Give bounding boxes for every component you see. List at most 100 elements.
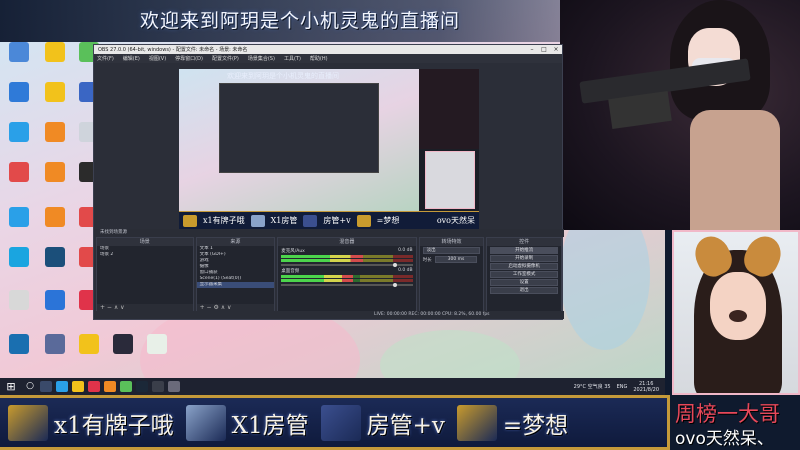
controls-dock: 控件 开始推流 开始录制 启动虚拟摄像机 工作室模式 设置 退出 — [486, 237, 563, 313]
search-icon[interactable]: ○ — [24, 381, 36, 392]
mixer-channel: 桌面音频 0.0 dB — [281, 268, 413, 287]
desktop-icon[interactable] — [74, 334, 104, 354]
duration-input[interactable]: 300 ms — [434, 256, 478, 263]
anime-artwork — [560, 0, 800, 230]
desktop-icon[interactable] — [40, 334, 70, 354]
start-streaming-button[interactable]: 开始推流 — [490, 247, 559, 254]
audio-mixer-dock: 混音器 麦克风/Aux 0.0 dB 桌面音频 0.0 dB — [277, 237, 417, 313]
maximize-icon[interactable]: □ — [538, 46, 550, 53]
gold-plate-icon — [8, 404, 48, 441]
start-recording-button[interactable]: 开始录制 — [490, 255, 559, 262]
gift-label: =梦想 — [502, 412, 569, 439]
menu-edit[interactable]: 编辑(E) — [123, 55, 140, 62]
desktop-icon[interactable] — [4, 82, 34, 102]
mixer-channel-db: 0.0 dB — [398, 268, 413, 273]
desktop-icon[interactable] — [40, 207, 70, 227]
transition-select[interactable]: 淡出 — [422, 247, 481, 254]
minimize-icon[interactable]: – — [526, 46, 538, 53]
sources-dock: 来源 文本 1 文本 (GDI+) 游戏 摄像 窗口捕获 Scene(1) (S… — [195, 237, 276, 313]
desktop-icon[interactable] — [4, 207, 34, 227]
system-tray: 29°C 空气良 35 ENG 21:16 2021/8/20 — [574, 381, 665, 393]
rocket-icon — [320, 404, 361, 441]
taskbar-app-icon[interactable] — [104, 381, 116, 392]
desktop-icon[interactable] — [40, 42, 70, 62]
airplane-icon — [185, 404, 226, 441]
obs-docks: 场景 场景 场景 2 + − ∧ ∨ 来源 文本 1 文本 (GDI+) 游戏 … — [94, 237, 564, 313]
exit-button[interactable]: 退出 — [490, 287, 559, 294]
obs-menubar: 文件(F) 编辑(E) 视图(V) 停靠窗口(D) 配置文件(P) 场景集合(S… — [94, 54, 562, 63]
audio-meter — [281, 259, 413, 262]
gift-item: X1房管 — [185, 404, 309, 441]
menu-docks[interactable]: 停靠窗口(D) — [175, 55, 203, 62]
taskbar-app-icon[interactable] — [72, 381, 84, 392]
source-item[interactable]: 显示器采集 — [196, 282, 275, 288]
preview-nested-banner: 欢迎来到阿玥是个小机灵鬼的直播间 — [227, 72, 339, 80]
audio-meter — [281, 275, 413, 278]
gift-item: 房管+v — [320, 404, 445, 441]
gift-label: 房管+v — [366, 412, 445, 439]
menu-profile[interactable]: 配置文件(P) — [212, 55, 239, 62]
desktop-icon[interactable] — [4, 42, 34, 62]
desktop-icon[interactable] — [4, 162, 34, 182]
gift-item: =梦想 — [456, 404, 569, 441]
gift-strip: x1有牌子哦 X1房管 房管+v =梦想 — [0, 395, 670, 450]
taskbar-app-icon[interactable] — [56, 381, 68, 392]
studio-mode-button[interactable]: 工作室模式 — [490, 271, 559, 278]
preview-gift-label: 房管+v — [323, 216, 351, 225]
desktop-icon[interactable] — [4, 122, 34, 142]
transitions-dock-title: 转场特效 — [419, 238, 484, 246]
obs-info-bar: 未找到场景源 — [94, 229, 564, 237]
desktop-icon[interactable] — [4, 290, 34, 310]
taskbar-app-icon[interactable] — [152, 381, 164, 392]
settings-button[interactable]: 设置 — [490, 279, 559, 286]
menu-scene-collection[interactable]: 场景集合(S) — [248, 55, 275, 62]
menu-view[interactable]: 视图(V) — [149, 55, 166, 62]
golden-plane-icon — [456, 404, 497, 441]
task-view-icon[interactable] — [40, 381, 52, 392]
taskbar-app-icon[interactable] — [120, 381, 132, 392]
language-indicator[interactable]: ENG — [617, 384, 628, 390]
controls-dock-title: 控件 — [487, 238, 562, 246]
preview-nested-art — [419, 69, 479, 149]
audio-meter — [281, 279, 413, 282]
volume-slider[interactable] — [281, 263, 413, 267]
webcam-feed — [672, 230, 800, 395]
taskbar-app-icon[interactable] — [168, 381, 180, 392]
desktop-icon[interactable] — [4, 247, 34, 267]
preview-gift-label: =梦想 — [376, 216, 400, 225]
desktop-icon[interactable] — [40, 247, 70, 267]
no-source-label: 未找到场景源 — [100, 230, 127, 235]
close-icon[interactable]: × — [550, 46, 562, 53]
windows-start-icon[interactable]: ⊞ — [4, 380, 18, 393]
mixer-channel-name: 桌面音频 — [281, 269, 300, 274]
desktop-icon[interactable] — [142, 334, 172, 354]
obs-titlebar: OBS 27.0.0 (64-bit, windows) - 配置文件: 未命名… — [94, 45, 562, 54]
desktop-icon[interactable] — [4, 334, 34, 354]
obs-preview-canvas[interactable]: 欢迎来到阿玥是个小机灵鬼的直播间 x1有牌子哦 X1房管 房管+v =梦想 ov… — [179, 69, 479, 229]
desktop-icon[interactable] — [108, 334, 138, 354]
mixer-channel-db: 0.0 dB — [398, 248, 413, 253]
clock-date: 2021/8/20 — [633, 386, 659, 393]
scene-item[interactable]: 场景 2 — [97, 252, 193, 258]
volume-slider[interactable] — [281, 283, 413, 287]
virtual-camera-button[interactable]: 启动虚拟摄像机 — [490, 263, 559, 270]
gift-label: x1有牌子哦 — [54, 412, 174, 439]
gift-label: X1房管 — [231, 412, 309, 439]
desktop-icon[interactable] — [40, 162, 70, 182]
preview-gift-label: X1房管 — [270, 216, 298, 225]
desktop-icon[interactable] — [40, 122, 70, 142]
preview-nested-webcam — [425, 151, 475, 209]
desktop-icon[interactable] — [40, 290, 70, 310]
menu-file[interactable]: 文件(F) — [97, 55, 114, 62]
weather-label[interactable]: 29°C 空气良 35 — [574, 383, 611, 390]
desktop-icon[interactable] — [40, 82, 70, 102]
system-clock[interactable]: 21:16 2021/8/20 — [633, 381, 659, 393]
taskbar-app-icon[interactable] — [136, 381, 148, 392]
taskbar-app-icon[interactable] — [88, 381, 100, 392]
preview-webcam-user: ovo天然呆 — [436, 216, 475, 225]
menu-help[interactable]: 帮助(H) — [310, 55, 328, 62]
mixer-dock-title: 混音器 — [278, 238, 416, 246]
menu-tools[interactable]: 工具(T) — [284, 55, 301, 62]
gift-item: x1有牌子哦 — [8, 404, 174, 441]
preview-nested-gift-strip: x1有牌子哦 X1房管 房管+v =梦想 ovo天然呆 — [179, 211, 479, 229]
